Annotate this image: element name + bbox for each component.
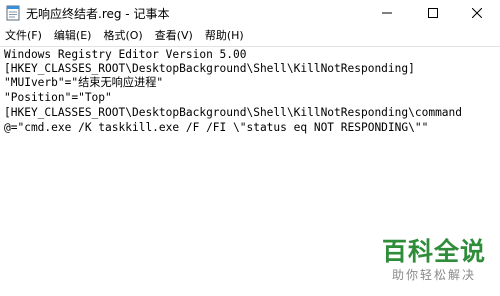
- editor-line: @="cmd.exe /K taskkill.exe /F /FI \"stat…: [4, 121, 429, 134]
- menu-format[interactable]: 格式(O): [97, 26, 148, 46]
- watermark-subtitle: 助你轻松解决: [391, 268, 476, 282]
- notepad-window: 无响应终结者.reg - 记事本 文件(F) 编辑(E) 格式(O) 查看(V)…: [0, 0, 500, 296]
- maximize-icon: [428, 8, 438, 18]
- close-icon: [472, 8, 482, 18]
- menu-view[interactable]: 查看(V): [149, 26, 199, 46]
- menu-file[interactable]: 文件(F): [0, 26, 48, 46]
- title-bar[interactable]: 无响应终结者.reg - 记事本: [0, 0, 500, 26]
- minimize-button[interactable]: [364, 0, 410, 26]
- editor-line: [HKEY_CLASSES_ROOT\DesktopBackground\She…: [4, 62, 415, 75]
- close-button[interactable]: [454, 0, 500, 26]
- menu-edit[interactable]: 编辑(E): [48, 26, 98, 46]
- editor-line: Windows Registry Editor Version 5.00: [4, 48, 247, 61]
- minimize-icon: [382, 12, 392, 14]
- editor-line: [HKEY_CLASSES_ROOT\DesktopBackground\She…: [4, 106, 463, 119]
- notepad-icon[interactable]: [6, 5, 20, 21]
- menu-help[interactable]: 帮助(H): [199, 26, 250, 46]
- watermark-title: 百科全说: [381, 237, 486, 266]
- editor-line: "MUIverb"="结束无响应进程": [4, 76, 164, 89]
- menu-bar: 文件(F) 编辑(E) 格式(O) 查看(V) 帮助(H): [0, 26, 500, 46]
- maximize-button[interactable]: [410, 0, 456, 26]
- window-title: 无响应终结者.reg - 记事本: [26, 7, 170, 21]
- watermark-logo: 百科全说 助你轻松解决: [372, 232, 496, 292]
- editor-line: "Position"="Top": [4, 91, 112, 104]
